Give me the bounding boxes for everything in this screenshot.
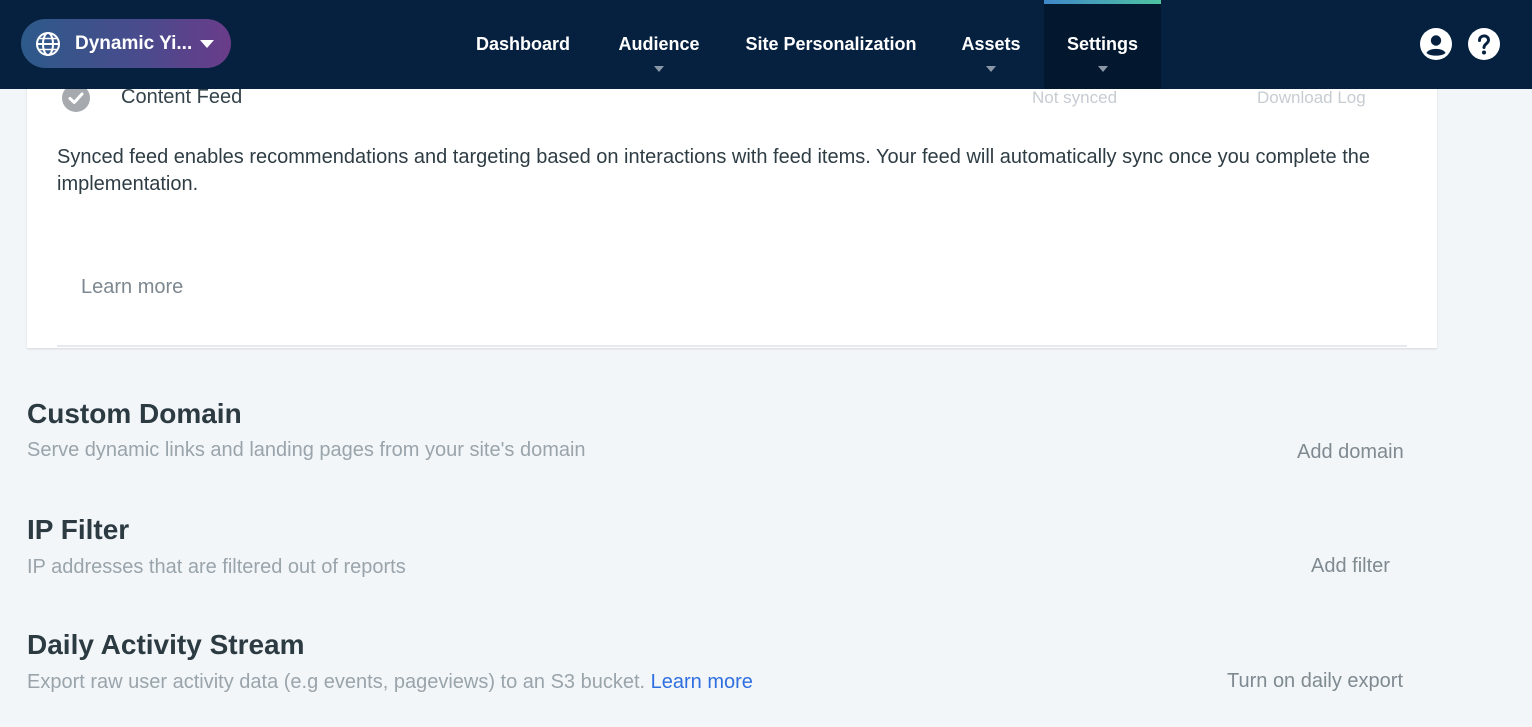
user-circle-icon bbox=[1426, 35, 1446, 56]
feed-sync-status: Not synced bbox=[1032, 88, 1118, 107]
daily-activity-description: Export raw user activity data (e.g event… bbox=[27, 671, 646, 693]
nav-site-personalization[interactable]: Site Personalization bbox=[730, 0, 932, 89]
feed-learn-more-link[interactable]: Learn more bbox=[81, 276, 183, 299]
daily-activity-title: Daily Activity Stream bbox=[27, 629, 305, 660]
daily-activity-learn-more-link[interactable]: Learn more bbox=[651, 671, 753, 693]
feed-description: Synced feed enables recommendations and … bbox=[57, 146, 1370, 195]
add-filter-button[interactable]: Add filter bbox=[1311, 555, 1390, 578]
add-domain-button[interactable]: Add domain bbox=[1297, 441, 1404, 464]
nav-audience-label: Audience bbox=[618, 34, 700, 54]
feed-name: Content Feed bbox=[121, 86, 243, 108]
divider bbox=[57, 345, 1407, 347]
custom-domain-description: Serve dynamic links and landing pages fr… bbox=[27, 439, 586, 461]
ip-filter-description: IP addresses that are filtered out of re… bbox=[27, 556, 406, 578]
top-navigation-bar: Dynamic Yi... Dashboard Audience Site Pe… bbox=[0, 0, 1532, 89]
nav-dashboard[interactable]: Dashboard bbox=[456, 0, 590, 89]
nav-settings[interactable]: Settings bbox=[1044, 0, 1161, 89]
account-button[interactable] bbox=[1420, 28, 1452, 60]
daily-activity-description-row: Export raw user activity data (e.g event… bbox=[27, 671, 753, 694]
nav-assets-label: Assets bbox=[961, 34, 1021, 54]
help-button[interactable] bbox=[1468, 28, 1500, 60]
nav-site-personalization-label: Site Personalization bbox=[745, 34, 917, 54]
nav-settings-label: Settings bbox=[1066, 34, 1138, 54]
submenu-caret-icon bbox=[654, 66, 664, 72]
nav-audience[interactable]: Audience bbox=[600, 0, 718, 89]
help-circle-icon bbox=[1478, 34, 1491, 55]
site-name: Dynamic Yi... bbox=[75, 32, 193, 54]
nav-dashboard-label: Dashboard bbox=[475, 34, 571, 54]
ip-filter-title: IP Filter bbox=[27, 514, 130, 545]
globe-icon bbox=[36, 31, 60, 56]
turn-on-daily-export-button[interactable]: Turn on daily export bbox=[1227, 670, 1403, 693]
download-log-link[interactable]: Download Log bbox=[1257, 88, 1366, 108]
submenu-caret-icon bbox=[1097, 66, 1108, 72]
custom-domain-title: Custom Domain bbox=[27, 398, 242, 429]
nav-assets[interactable]: Assets bbox=[944, 0, 1038, 89]
chevron-down-icon bbox=[200, 40, 214, 48]
submenu-caret-icon bbox=[986, 66, 996, 72]
site-switcher[interactable]: Dynamic Yi... bbox=[21, 19, 231, 68]
